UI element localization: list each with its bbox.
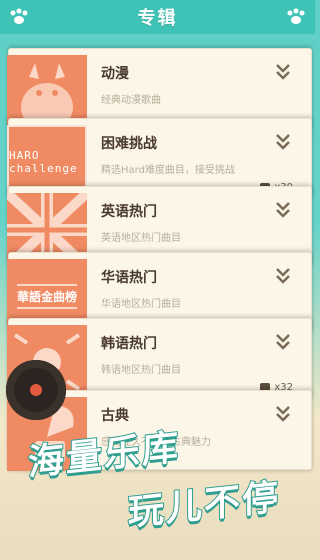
double-chevron-down-icon[interactable]	[275, 201, 291, 219]
slogan-line-1: 海量乐库	[27, 426, 181, 485]
top-bar: 专辑	[0, 0, 315, 34]
paw-icon[interactable]	[8, 7, 30, 27]
album-card-anime[interactable]: 动漫 经典动漫歌曲	[7, 48, 312, 129]
album-desc: 英语地区热门曲目	[101, 233, 181, 244]
page-title: 专辑	[137, 8, 178, 29]
album-name: 韩语热门	[101, 336, 157, 352]
slogan-line-2: 玩儿不停	[127, 476, 281, 535]
double-chevron-down-icon[interactable]	[275, 133, 291, 151]
double-chevron-down-icon[interactable]	[275, 333, 291, 351]
album-name: 困难挑战	[101, 136, 157, 152]
album-name: 华语热门	[101, 270, 157, 286]
album-name: 动漫	[101, 66, 129, 82]
promo-slogan: 海量乐库 玩儿不停	[0, 420, 315, 560]
album-name: 英语热门	[101, 204, 157, 220]
cover-text: 華語金曲榜	[16, 283, 77, 309]
album-desc: 精选Hard难度曲目，接受挑战	[101, 165, 235, 176]
album-desc: 经典动漫歌曲	[101, 95, 161, 106]
paw-icon[interactable]	[285, 7, 307, 27]
vinyl-record-icon	[6, 360, 66, 420]
double-chevron-down-icon[interactable]	[275, 63, 291, 81]
album-desc: 华语地区热门曲目	[101, 299, 181, 310]
cover-text: HARO challenge	[9, 149, 78, 175]
double-chevron-down-icon[interactable]	[275, 267, 291, 285]
album-desc: 韩语地区热门曲目	[101, 365, 181, 376]
